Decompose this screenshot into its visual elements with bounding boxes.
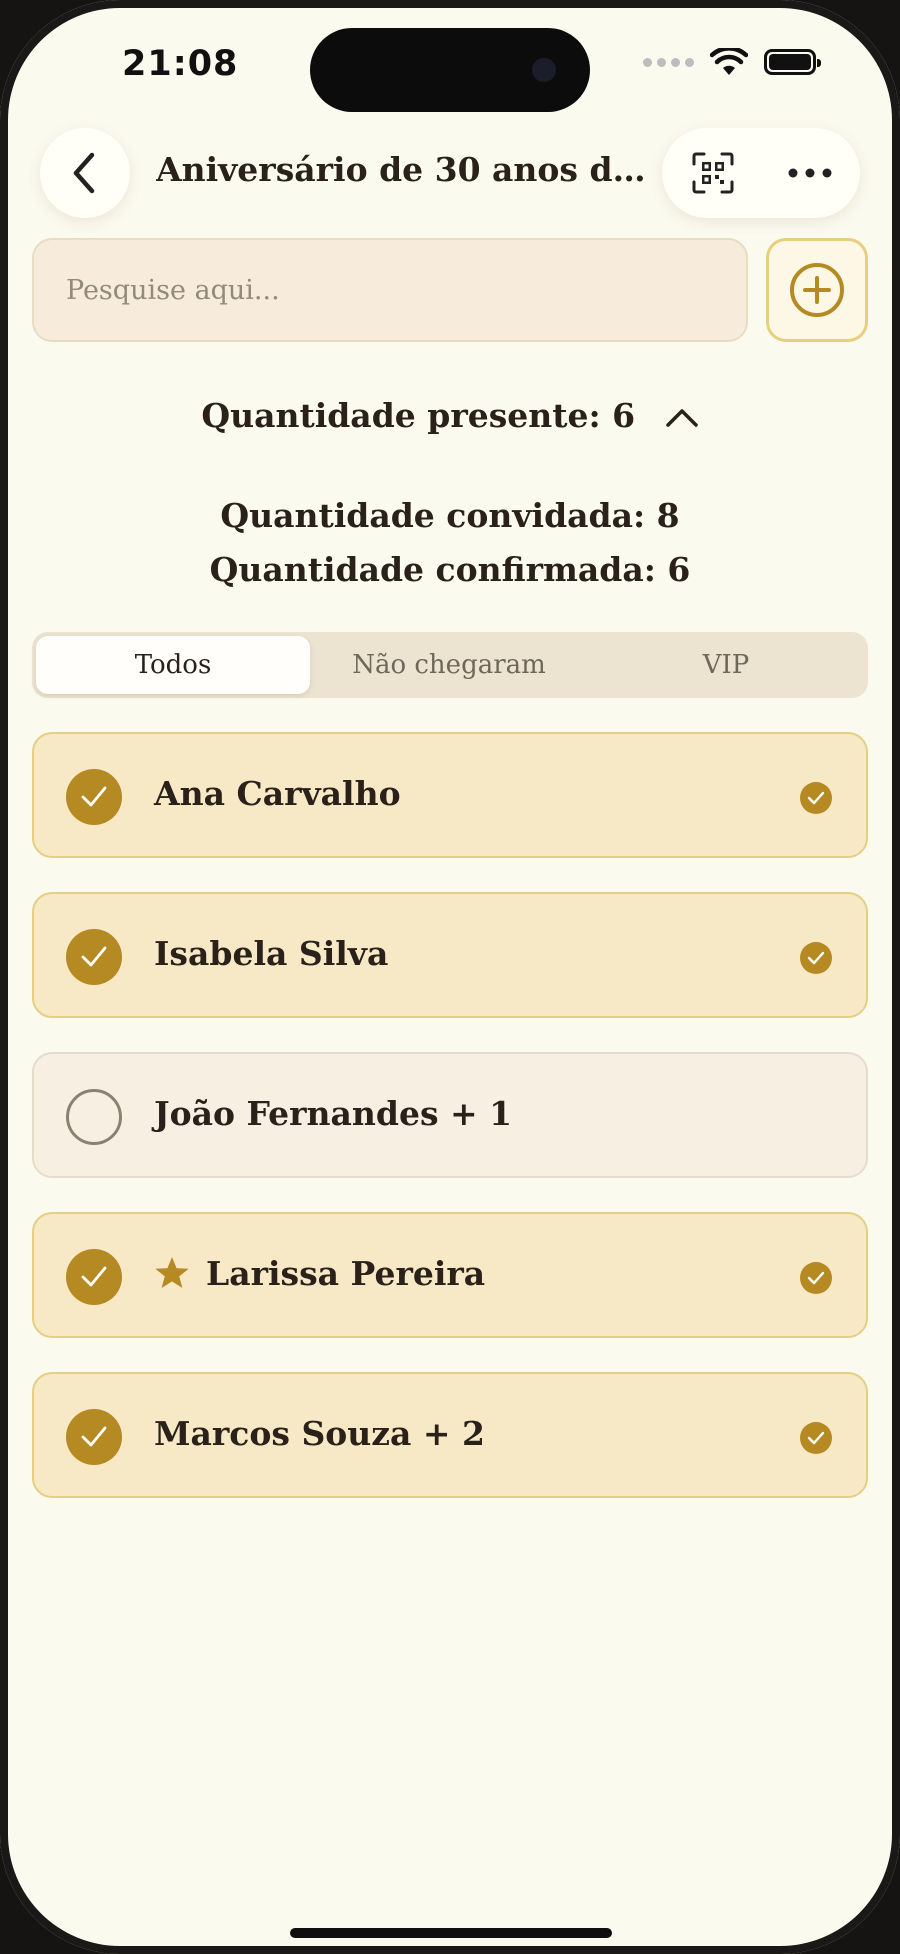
checkmark-icon (81, 1266, 107, 1287)
confirmed-count: Quantidade confirmada: 6 (209, 550, 691, 589)
checkmark-icon (81, 786, 107, 807)
guest-row[interactable]: Isabela Silva (32, 892, 868, 1018)
guest-row[interactable]: Marcos Souza + 2 (32, 1372, 868, 1498)
vip-star-icon (155, 1257, 189, 1288)
present-toggle[interactable] (66, 769, 122, 825)
guest-name: Ana Carvalho (154, 774, 401, 813)
tab-vip[interactable]: VIP (588, 636, 864, 694)
home-indicator[interactable] (290, 1928, 612, 1938)
present-toggle[interactable] (66, 1249, 122, 1305)
confirmed-badge-icon (800, 782, 832, 814)
present-toggle[interactable] (66, 1409, 122, 1465)
qr-code-icon (692, 152, 734, 194)
add-guest-button[interactable] (766, 238, 868, 342)
tab-nao-chegaram[interactable]: Não chegaram (314, 636, 584, 694)
present-count-toggle[interactable]: Quantidade presente: 6 (0, 396, 900, 435)
present-toggle[interactable] (66, 1089, 122, 1145)
search-input[interactable] (32, 238, 748, 342)
guest-row[interactable]: Larissa Pereira (32, 1212, 868, 1338)
confirmed-badge-icon (800, 1422, 832, 1454)
filter-tabs: Todos Não chegaram VIP (32, 632, 868, 698)
plus-circle-icon (790, 263, 844, 317)
present-count-label: Quantidade presente: 6 (201, 396, 636, 435)
guest-row[interactable]: Ana Carvalho (32, 732, 868, 858)
more-horizontal-icon (788, 168, 832, 178)
guest-row[interactable]: João Fernandes + 1 (32, 1052, 868, 1178)
app-screen: 21:08 Aniversário de 30 anos da B... (0, 0, 900, 1954)
header-actions (662, 128, 860, 218)
confirmed-badge-icon (800, 942, 832, 974)
wifi-icon (710, 48, 748, 75)
camera-icon (532, 58, 556, 82)
cellular-signal-icon (643, 57, 694, 67)
chevron-up-icon (665, 409, 698, 427)
guest-name: Isabela Silva (154, 934, 389, 973)
guest-name: Larissa Pereira (206, 1254, 486, 1293)
status-icons (643, 48, 821, 76)
back-button[interactable] (40, 128, 130, 218)
tab-todos[interactable]: Todos (36, 636, 310, 694)
status-time: 21:08 (122, 44, 239, 84)
qr-scan-button[interactable] (686, 146, 740, 200)
guest-name: João Fernandes + 1 (154, 1094, 513, 1133)
guest-name: Marcos Souza + 2 (154, 1414, 486, 1453)
page-title: Aniversário de 30 anos da B... (156, 150, 646, 189)
battery-icon (764, 49, 821, 75)
checkmark-icon (81, 1426, 107, 1447)
confirmed-badge-icon (800, 1262, 832, 1294)
present-toggle[interactable] (66, 929, 122, 985)
invited-count: Quantidade convidada: 8 (220, 496, 680, 535)
chevron-left-icon (73, 152, 95, 194)
checkmark-icon (81, 946, 107, 967)
dynamic-island (310, 28, 590, 112)
more-options-button[interactable] (780, 146, 840, 200)
